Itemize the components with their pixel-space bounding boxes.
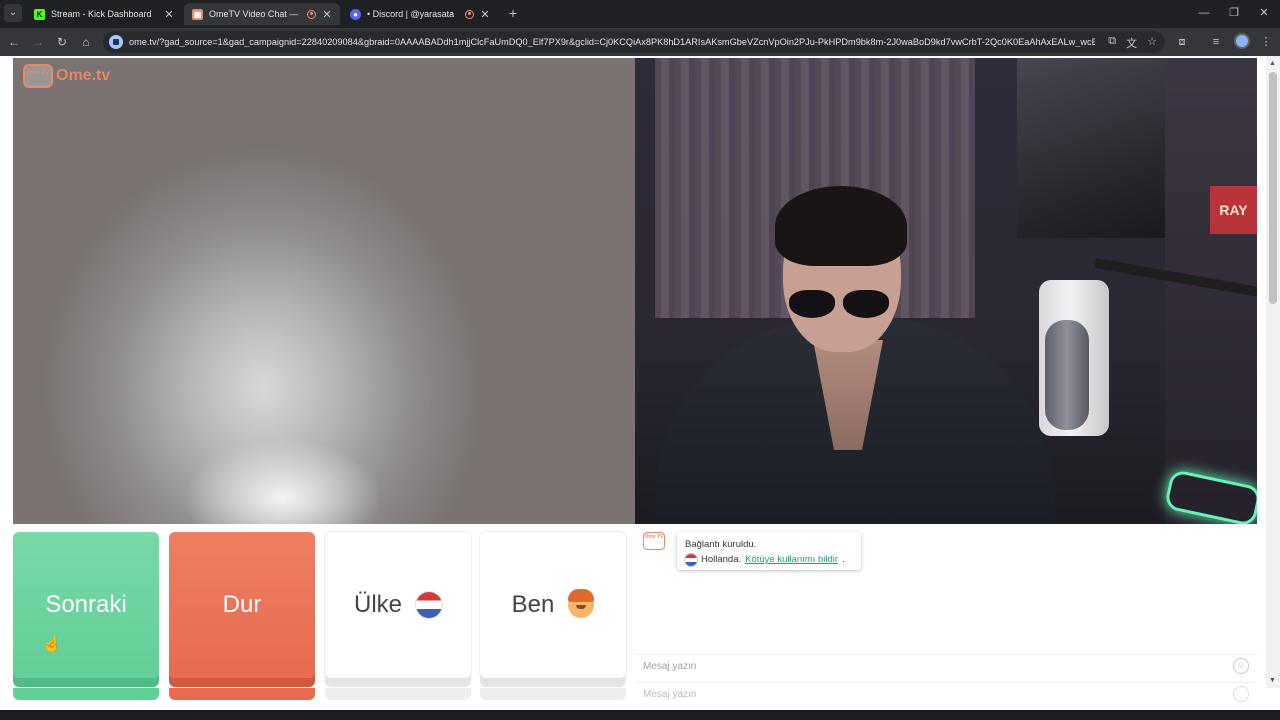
partner-video: Ome TV Ome.tv <box>13 58 635 524</box>
restore-icon[interactable]: ❐ <box>1226 6 1242 20</box>
message-input-ghost: Mesaj yazın <box>635 682 1257 706</box>
background-banner: RAY <box>1210 186 1257 234</box>
translate-icon[interactable]: 文 <box>1126 35 1137 51</box>
country-button[interactable]: Ülke <box>325 532 471 678</box>
back-icon[interactable]: ← <box>6 34 22 50</box>
recording-indicator-icon <box>307 9 316 19</box>
microphone <box>1045 320 1089 430</box>
reload-icon[interactable]: ↻ <box>54 34 70 50</box>
next-button[interactable]: Sonraki <box>13 532 159 678</box>
country-button-shadow <box>325 688 471 700</box>
recording-indicator-icon <box>465 9 474 19</box>
report-suffix: . <box>842 554 845 565</box>
message-input[interactable] <box>635 654 1257 678</box>
video-light-glow <box>183 438 383 524</box>
boy-face-icon <box>568 589 595 618</box>
close-window-icon[interactable]: ✕ <box>1256 6 1272 20</box>
kick-icon: K <box>34 8 45 20</box>
close-tab-icon[interactable]: ✕ <box>322 8 332 21</box>
scroll-down-arrow-icon[interactable]: ▼ <box>1269 677 1276 684</box>
report-abuse-link[interactable]: Kötüye kullanımı bildir <box>745 552 838 567</box>
scroll-thumb[interactable] <box>1269 72 1277 304</box>
next-button-shadow <box>13 688 159 700</box>
connection-status: Bağlantı kuruldu. <box>685 539 757 550</box>
background-poster <box>1017 58 1167 238</box>
tab-title: OmeTV Video Chat — Ome <box>209 9 301 19</box>
home-icon[interactable]: ⌂ <box>78 34 94 50</box>
ometv-logo[interactable]: Ome TV Ome.tv <box>23 64 110 88</box>
bookmark-star-icon[interactable]: ☆ <box>1147 35 1157 51</box>
emoji-ghost-icon <box>1233 686 1249 702</box>
scroll-up-arrow-icon[interactable]: ▲ <box>1269 60 1276 67</box>
country-label: Ülke <box>353 591 402 618</box>
tab-title: • Discord | @yarasata <box>367 9 455 19</box>
tab-ometv[interactable]: ▣ OmeTV Video Chat — Ome ✕ <box>184 3 340 25</box>
me-button[interactable]: Ben <box>480 532 626 678</box>
address-bar[interactable]: ome.tv/?gad_source=1&gad_campaignid=2284… <box>103 31 1165 53</box>
mouse-cursor-icon: ☝ <box>42 636 62 653</box>
netherlands-flag-icon <box>685 553 697 566</box>
stop-label: Dur <box>222 591 262 618</box>
chat-panel: Ome TV Bağlantı kuruldu. Hollanda. Kötüy… <box>635 524 1257 710</box>
netherlands-flag-icon <box>416 592 442 618</box>
person-hair <box>775 186 907 266</box>
ometv-logo-text: Ome.tv <box>56 67 111 84</box>
system-message: Bağlantı kuruldu. Hollanda. Kötüye kulla… <box>677 532 861 570</box>
next-label: Sonraki <box>45 591 127 618</box>
page-viewport: Ome TV Ome.tv RAY Sonraki Dur Ülke Ben ☝… <box>0 56 1280 710</box>
extensions-icon[interactable]: ⧈ <box>1174 34 1190 50</box>
tab-title: Stream - Kick Dashboard <box>51 9 152 19</box>
discord-icon: ● <box>350 8 361 20</box>
url-text[interactable]: ome.tv/?gad_source=1&gad_campaignid=2284… <box>129 37 1095 47</box>
browser-tab-bar: ⌄ K Stream - Kick Dashboard ✕ ▣ OmeTV Vi… <box>0 0 1280 28</box>
tab-search-button[interactable]: ⌄ <box>4 4 22 22</box>
close-tab-icon[interactable]: ✕ <box>480 8 490 21</box>
ometv-chat-avatar: Ome TV <box>643 532 665 550</box>
new-tab-icon[interactable]: + <box>506 5 520 21</box>
minimize-icon[interactable]: — <box>1196 6 1212 20</box>
page-scrollbar[interactable]: ▲ ▼ <box>1266 56 1280 688</box>
partner-country: Hollanda. <box>701 554 742 565</box>
ometv-icon: ▣ <box>192 8 203 20</box>
profile-avatar[interactable] <box>1234 33 1250 49</box>
site-info-icon[interactable] <box>109 35 123 49</box>
stop-button-shadow <box>169 688 315 700</box>
forward-icon[interactable]: → <box>30 34 46 50</box>
ometv-logo-badge: Ome TV <box>23 64 53 88</box>
tab-kick-dashboard[interactable]: K Stream - Kick Dashboard ✕ <box>26 3 182 25</box>
media-controls-icon[interactable]: ≡ <box>1208 34 1224 50</box>
me-label: Ben <box>511 591 555 618</box>
tab-discord[interactable]: ● • Discord | @yarasata ✕ <box>342 3 498 25</box>
stop-button[interactable]: Dur <box>169 532 315 678</box>
close-tab-icon[interactable]: ✕ <box>164 8 174 21</box>
menu-kebab-icon[interactable]: ⋮ <box>1258 34 1274 50</box>
install-app-icon[interactable]: ⧉ <box>1108 35 1116 51</box>
emoji-icon[interactable]: ☺ <box>1233 658 1249 674</box>
me-button-shadow <box>480 688 626 700</box>
taskbar-strip <box>0 710 1280 720</box>
browser-toolbar: ← → ↻ ⌂ ome.tv/?gad_source=1&gad_campaig… <box>0 28 1280 56</box>
self-video: RAY <box>635 58 1257 524</box>
sunglasses <box>787 290 891 320</box>
